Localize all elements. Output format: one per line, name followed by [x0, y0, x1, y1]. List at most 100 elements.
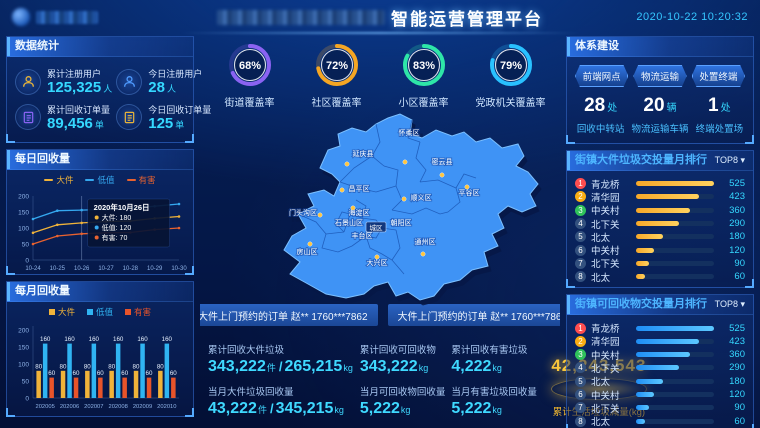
svg-text:202005: 202005	[35, 404, 54, 410]
order-ticker: 大件上门预约的订单 赵** 1760***7862大件上门预约的订单 赵** 1…	[200, 304, 560, 326]
svg-text:80: 80	[35, 363, 42, 370]
system-stat: 28处 回收中转站	[571, 95, 630, 135]
ranking-row: 2 清华园 423	[575, 190, 745, 203]
rank-name: 北下关	[591, 217, 631, 231]
rank-name: 北太	[591, 414, 631, 428]
site-dot	[340, 188, 344, 192]
rank-value: 290	[719, 218, 745, 229]
svg-text:160: 160	[162, 336, 173, 343]
svg-text:160: 160	[40, 336, 51, 343]
svg-text:83%: 83%	[412, 60, 434, 72]
panel-title-ranking-recyclable: 街镇可回收物交投量月排行	[575, 295, 707, 314]
rank-bar	[636, 392, 714, 397]
svg-text:80: 80	[133, 363, 140, 370]
beijing-map[interactable]: 延庆县怀柔区密云县昌平区顺义区平谷区门头沟区海淀区石景山区朝阳区丰台区通州区房山…	[200, 112, 560, 298]
gauge-label: 小区覆盖率	[380, 94, 467, 109]
system-tab[interactable]: 前端网点	[575, 65, 628, 87]
rank-value: 120	[719, 245, 745, 256]
svg-text:150: 150	[18, 345, 29, 352]
ranking-row: 1 青龙桥 525	[575, 321, 745, 334]
rank-value: 180	[719, 231, 745, 242]
top-header: 智能运营管理平台 2020-10-22 10:20:32	[0, 0, 760, 34]
svg-text:80: 80	[157, 363, 164, 370]
rank-badge: 4	[575, 218, 586, 229]
svg-text:202010: 202010	[157, 404, 176, 410]
site-dot	[440, 173, 444, 177]
svg-text:160: 160	[89, 336, 100, 343]
rank-bar	[636, 379, 714, 384]
summary-cell: 当月有害垃圾回收量5,222kg	[451, 384, 537, 418]
svg-text:150: 150	[18, 210, 29, 217]
ranking-row: 1 青龙桥 525	[575, 177, 745, 190]
rank-name: 中关村	[591, 203, 631, 217]
rank-badge: 2	[575, 336, 586, 347]
bulky-waste-ranking-panel: 街镇大件垃圾交投量月排行 TOP8 ▾ 1 青龙桥 525 2 清华园 423 …	[566, 150, 754, 288]
district-label: 延庆县	[353, 149, 374, 158]
panel-title-ranking-bulky: 街镇大件垃圾交投量月排行	[575, 151, 707, 170]
order-icon	[22, 111, 35, 124]
svg-text:160: 160	[137, 336, 148, 343]
rank-value: 90	[719, 402, 745, 413]
legend-item: 大件	[49, 306, 75, 318]
ranking-row: 4 北下关 290	[575, 217, 745, 230]
top8-dropdown[interactable]: TOP8 ▾	[715, 151, 745, 170]
legend-item: 有害	[125, 306, 151, 318]
district-label: 通州区	[415, 237, 436, 246]
left-column: 数据统计 累计注册用户 125,325人 今日注册用户 28人 累计回收订单量 …	[6, 36, 194, 428]
app-logo	[12, 8, 98, 26]
rank-name: 清华园	[591, 334, 631, 348]
rank-value: 120	[719, 389, 745, 400]
rank-badge: 3	[575, 349, 586, 360]
svg-text:200: 200	[18, 194, 29, 201]
rank-bar	[636, 274, 714, 279]
panel-title-monthly: 每月回收量	[7, 282, 193, 302]
gauge-label: 社区覆盖率	[293, 94, 380, 109]
stat-item: 累计回收订单量 89,456单	[15, 103, 112, 133]
stat-label: 累计回收订单量	[47, 103, 110, 116]
svg-text:202007: 202007	[84, 404, 103, 410]
rank-value: 360	[719, 349, 745, 360]
top8-dropdown[interactable]: TOP8 ▾	[715, 295, 745, 314]
site-dot	[403, 160, 407, 164]
rank-value: 290	[719, 362, 745, 373]
rank-value: 180	[719, 376, 745, 387]
ranking-row: 3 中关村 360	[575, 348, 745, 361]
district-label: 朝阳区	[391, 218, 412, 227]
ranking-row: 5 北太 180	[575, 375, 745, 388]
rank-badge: 6	[575, 245, 586, 256]
ticker-item: 大件上门预约的订单 赵** 1760***7862	[200, 304, 378, 326]
rank-value: 423	[719, 336, 745, 347]
svg-text:160: 160	[113, 336, 124, 343]
svg-text:72%: 72%	[325, 60, 347, 72]
system-values: 28处 回收中转站 20辆 物流运输车辆 1处 终端处置场	[567, 91, 753, 143]
rank-value: 60	[719, 271, 745, 282]
system-tab[interactable]: 处置终端	[692, 65, 745, 87]
site-dot	[465, 185, 469, 189]
rank-name: 中关村	[591, 243, 631, 257]
svg-text:100: 100	[18, 226, 29, 233]
legend-item: 低值	[85, 174, 114, 186]
beijing-districts-map[interactable]: 延庆县怀柔区密云县昌平区顺义区平谷区门头沟区海淀区石景山区朝阳区丰台区通州区房山…	[280, 108, 545, 303]
data-stats-panel: 数据统计 累计注册用户 125,325人 今日注册用户 28人 累计回收订单量 …	[6, 36, 194, 143]
system-stat: 20辆 物流运输车辆	[630, 95, 689, 135]
system-tab[interactable]: 物流运输	[633, 65, 686, 87]
ranking-row: 8 北太 60	[575, 270, 745, 283]
recyclable-ranking-panel: 街镇可回收物交投量月排行 TOP8 ▾ 1 青龙桥 525 2 清华园 423 …	[566, 294, 754, 428]
svg-text:60: 60	[146, 370, 153, 377]
legend-item: 低值	[87, 306, 113, 318]
system-build-panel: 体系建设 前端网点物流运输处置终端 28处 回收中转站 20辆 物流运输车辆 1…	[566, 36, 754, 144]
stat-value: 125,325人	[47, 80, 112, 97]
rank-name: 中关村	[591, 388, 631, 402]
coverage-gauge: 68% 街道覆盖率	[206, 42, 293, 106]
rank-bar	[636, 194, 714, 199]
svg-text:202009: 202009	[133, 404, 152, 410]
user-icon	[22, 75, 35, 88]
center-column: 68% 街道覆盖率 72% 社区覆盖率 83% 小区覆盖率 79% 党政机关覆盖…	[200, 36, 560, 428]
stat-value: 28人	[148, 80, 202, 97]
user-icon	[123, 75, 136, 88]
svg-text:10-27: 10-27	[98, 266, 114, 272]
panel-title-daily: 每日回收量	[7, 150, 193, 170]
summary-cell: 累计回收有害垃圾4,222kg	[451, 342, 537, 376]
ranking-list-recyclable: 1 青龙桥 525 2 清华园 423 3 中关村 360 4 北下关	[567, 315, 753, 428]
svg-text:80: 80	[84, 363, 91, 370]
